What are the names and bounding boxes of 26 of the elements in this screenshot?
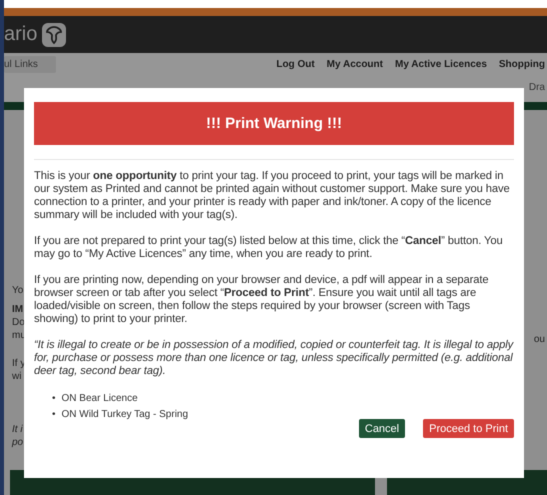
nav-link[interactable]: Dra [528,82,545,93]
cancel-button[interactable]: Cancel [358,419,406,438]
background-text: It i [12,423,23,436]
dialog-paragraph: “It is illegal to create or be in possession of a modified, copied or counterfeit tag. It is illegal to apply for, purchase or possess more than one licence or tag, unless specifically permitted (e.g. additional deer tag, second bear tag). [34,339,514,378]
background-text: ou [534,333,545,346]
dialog-title: !!! Print Warning !!! [34,102,514,145]
nav-link[interactable]: Log Out [276,59,315,70]
proceed-button[interactable]: Proceed to Print [423,419,514,438]
nav-link[interactable]: Shopping [498,59,545,70]
nav-link[interactable]: My Active Licences [394,59,487,70]
bullet-mark: • [52,392,56,406]
background-text: IM [12,303,24,316]
tag-list-item: ON Bear Licence [62,392,138,406]
bullet-mark: • [52,408,56,422]
tag-list-item: ON Wild Turkey Tag - Spring [62,408,188,422]
background-text: Yo [12,284,24,297]
background-text: po [12,436,24,449]
background-text: Do [12,316,25,329]
dialog-paragraph: If you are not prepared to print your tag(s) listed below at this time, click the “Cancel” button. You may go to “My Active Licences” any time, when you are ready to print. [34,235,504,261]
logo-text: ario [4,23,38,46]
quick-links-button[interactable]: ul Links [4,56,56,73]
nav-link[interactable]: My Account [326,59,383,70]
dialog-paragraph: This is your one opportunity to print your tag. If you proceed to print, your tags will be marked in our system as Printed and cannot be printed again without customer support. Make sure you have connection to a printer, and your printer is ready with paper and ink/toner. A copy of the licence summary will be included with your tag(s). [34,170,511,222]
background-text: wi [12,370,22,383]
dialog-paragraph: If you are printing now, depending on your browser and device, a pdf will appear in a separate browser screen or tab after you select “Proceed to Print”. Ensure you wait until all tags are loaded/visible on screen, then follow the steps required by your browser (screen with Tags showing) to print to your printer. [34,274,490,326]
trillium-logo-icon [42,22,66,46]
